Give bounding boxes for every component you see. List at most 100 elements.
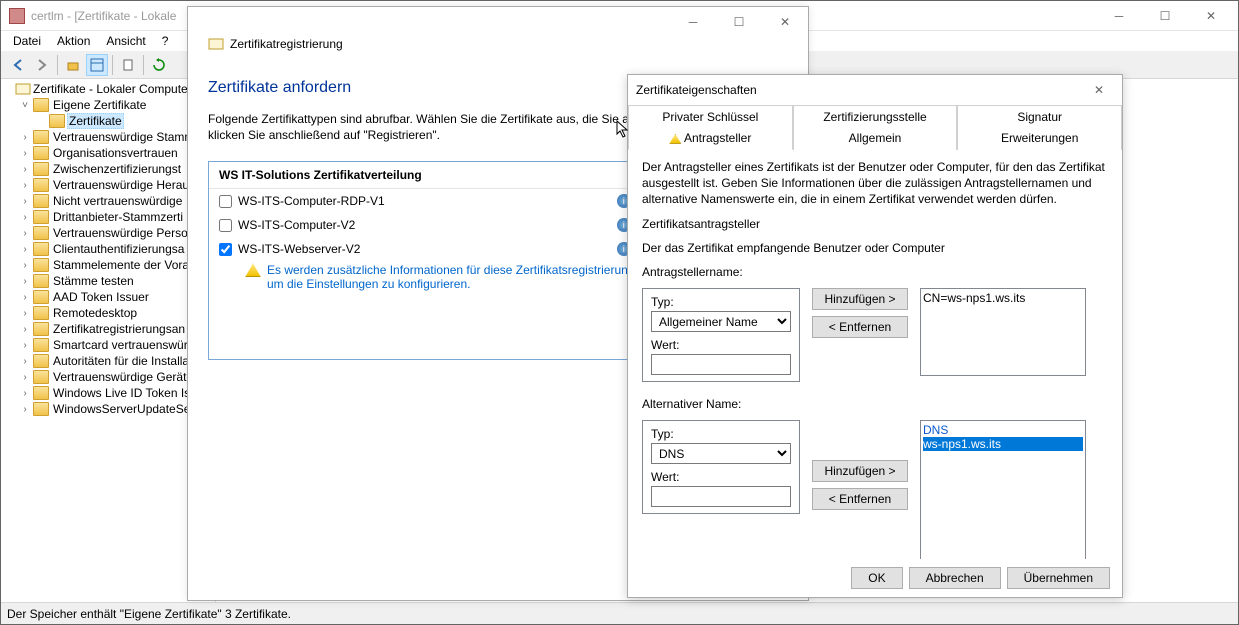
tree-item[interactable]: ›Stammelemente der Vora [1,257,215,273]
altname-label: Alternativer Name: [642,396,1108,412]
alt-type-select[interactable]: DNS [651,443,791,464]
tree-item[interactable]: ›Autoritäten für die Installa [1,353,215,369]
list-item[interactable]: ws-nps1.ws.its [923,437,1083,451]
minimize-button[interactable]: ─ [670,8,716,37]
alt-listbox[interactable]: DNS ws-nps1.ws.its [920,420,1086,559]
subject-name-label: Antragstellername: [642,264,1108,280]
menu-view[interactable]: Ansicht [98,32,153,50]
tab-signature[interactable]: Signatur [957,105,1122,128]
tree-item[interactable]: ›WindowsServerUpdateSer [1,401,215,417]
refresh-button[interactable] [148,54,170,76]
alt-name-box: Typ: DNS Wert: [642,420,800,514]
tree-item[interactable]: ›Vertrauenswürdige Herau [1,177,215,193]
dialog-titlebar: ─ ☐ ✕ [188,7,808,37]
folder-icon [33,354,49,368]
tree-item[interactable]: ›Zwischenzertifizierungst [1,161,215,177]
separator [57,55,58,75]
add-alt-button[interactable]: Hinzufügen > [812,460,908,482]
tree-item-label: Zertifikatregistrierungsan [51,322,187,336]
back-button[interactable] [7,54,29,76]
subject-listbox[interactable]: CN=ws-nps1.ws.its [920,288,1086,376]
tree-item[interactable]: ›Zertifikatregistrierungsan [1,321,215,337]
alt-value-input[interactable] [651,486,791,507]
tree-own-certs[interactable]: ˅Eigene Zertifikate [1,97,215,113]
menu-file[interactable]: Datei [5,32,49,50]
tree-item-label: Drittanbieter-Stammzerti [51,210,185,224]
tab-subject[interactable]: Antragsteller [628,127,793,150]
tree-item[interactable]: ›Vertrauenswürdige Geräte [1,369,215,385]
folder-icon [33,258,49,272]
tree-item-label: Nicht vertrauenswürdige [51,194,184,208]
tree-item[interactable]: ›Windows Live ID Token Is [1,385,215,401]
tree-certificates[interactable]: Zertifikate [1,113,215,129]
maximize-button[interactable]: ☐ [716,8,762,37]
cert-template-name: WS-ITS-Computer-RDP-V1 [238,194,611,208]
tree-item-label: Clientauthentifizierungsa [51,242,186,256]
cancel-button[interactable]: Abbrechen [909,567,1001,589]
tree-item[interactable]: ›Vertrauenswürdige Stamm [1,129,215,145]
close-button[interactable]: ✕ [1084,76,1114,105]
tree-item-label: AAD Token Issuer [51,290,151,304]
dialog-header: Zertifikatregistrierung [230,37,343,51]
tab-private-key[interactable]: Privater Schlüssel [628,105,793,128]
folder-icon [33,370,49,384]
list-item[interactable]: CN=ws-nps1.ws.its [923,291,1083,305]
view-button[interactable] [86,54,108,76]
tree-item-label: Windows Live ID Token Is [51,386,192,400]
remove-subject-button[interactable]: < Entfernen [812,316,908,338]
tree-item-label: Vertrauenswürdige Perso [51,226,190,240]
cert-checkbox[interactable] [219,219,232,232]
cert-checkbox[interactable] [219,243,232,256]
folder-icon [33,130,49,144]
subject-value-input[interactable] [651,354,791,375]
tabs-row-1: Privater Schlüssel Zertifizierungsstelle… [628,105,1122,127]
app-icon [9,8,25,24]
tree-item[interactable]: ›Nicht vertrauenswürdige [1,193,215,209]
status-text: Der Speicher enthält "Eigene Zertifikate… [7,607,291,621]
tree-item[interactable]: ›Organisationsvertrauen [1,145,215,161]
tab-extensions[interactable]: Erweiterungen [957,127,1122,150]
tree-item[interactable]: ›Clientauthentifizierungsa [1,241,215,257]
tree-item[interactable]: ›Stämme testen [1,273,215,289]
folder-icon [33,290,49,304]
subject-type-select[interactable]: Allgemeiner Name [651,311,791,332]
dialog-titlebar: Zertifikateigenschaften ✕ [628,75,1122,105]
list-header: DNS [923,423,1083,437]
tab-general[interactable]: Allgemein [793,127,958,150]
tree-item-label: Zwischenzertifizierungst [51,162,183,176]
remove-alt-button[interactable]: < Entfernen [812,488,908,510]
up-button[interactable] [62,54,84,76]
apply-button[interactable]: Übernehmen [1007,567,1110,589]
add-subject-button[interactable]: Hinzufügen > [812,288,908,310]
tree-item[interactable]: ›Remotedesktop [1,305,215,321]
tree-item[interactable]: ›Smartcard vertrauenswür [1,337,215,353]
folder-icon [33,386,49,400]
tree-item-label: Autoritäten für die Installa [51,354,191,368]
copy-button[interactable] [117,54,139,76]
folder-icon [33,242,49,256]
subject-heading: Zertifikatsantragsteller [642,216,1108,232]
warning-icon [669,134,681,144]
tree-item[interactable]: ›AAD Token Issuer [1,289,215,305]
maximize-button[interactable]: ☐ [1142,1,1188,30]
close-button[interactable]: ✕ [762,8,808,37]
cert-template-name: WS-ITS-Computer-V2 [238,218,611,232]
type-label: Typ: [651,295,791,309]
tree-item[interactable]: ›Drittanbieter-Stammzerti [1,209,215,225]
folder-icon [33,210,49,224]
tree-item[interactable]: ›Vertrauenswürdige Perso [1,225,215,241]
menu-help[interactable]: ? [154,32,177,50]
tabs-row-2: Antragsteller Allgemein Erweiterungen [628,127,1122,149]
value-label: Wert: [651,470,791,484]
forward-button[interactable] [31,54,53,76]
ok-button[interactable]: OK [851,567,902,589]
minimize-button[interactable]: ─ [1096,1,1142,30]
type-label: Typ: [651,427,791,441]
tree-panel[interactable]: Zertifikate - Lokaler Computer ˅Eigene Z… [1,79,216,602]
tree-root[interactable]: Zertifikate - Lokaler Computer [1,81,215,97]
tab-ca[interactable]: Zertifizierungsstelle [793,105,958,128]
folder-icon [33,162,49,176]
cert-checkbox[interactable] [219,195,232,208]
close-button[interactable]: ✕ [1188,1,1234,30]
menu-action[interactable]: Aktion [49,32,98,50]
